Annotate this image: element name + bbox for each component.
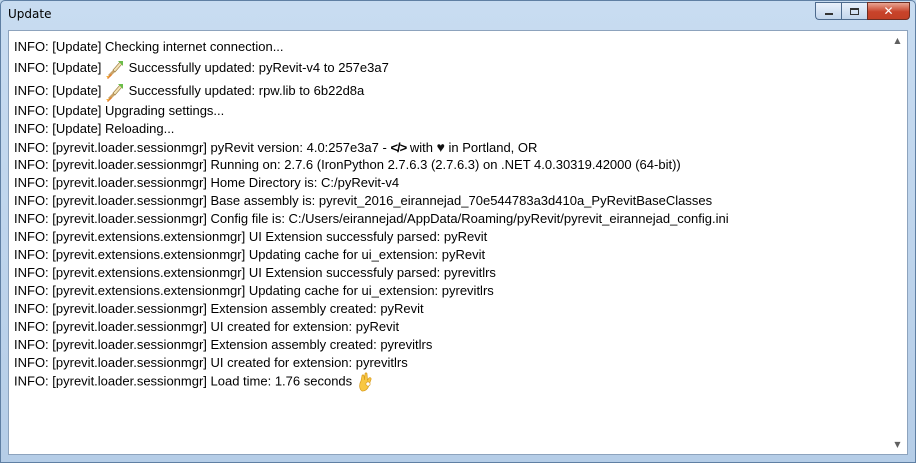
log-line: INFO: [pyrevit.extensions.extensionmgr] …	[14, 246, 895, 264]
log-text: INFO: [pyrevit.loader.sessionmgr] Config…	[14, 211, 729, 226]
log-line: INFO: [Update] Checking internet connect…	[14, 38, 895, 56]
log-text: INFO: [pyrevit.loader.sessionmgr] UI cre…	[14, 355, 408, 370]
window-controls: ✕	[815, 2, 910, 20]
log-text: INFO: [pyrevit.loader.sessionmgr] Extens…	[14, 301, 424, 316]
close-button[interactable]: ✕	[867, 2, 910, 20]
log-line: INFO: [Update] Upgrading settings...	[14, 102, 895, 120]
heart-icon: ♥	[436, 139, 445, 155]
code-icon: </>	[390, 140, 407, 155]
log-line: INFO: [Update] Successfully updated: rpw…	[14, 79, 895, 102]
log-output: INFO: [Update] Checking internet connect…	[14, 38, 895, 390]
log-text: INFO: [Update] Checking internet connect…	[14, 39, 284, 54]
log-text: INFO: [pyrevit.extensions.extensionmgr] …	[14, 265, 496, 280]
title-bar[interactable]: Update ✕	[1, 1, 915, 29]
window-title: Update	[8, 7, 52, 21]
log-line: INFO: [Update] Successfully updated: pyR…	[14, 56, 895, 79]
log-text: Successfully updated: rpw.lib to 6b22d8a	[125, 83, 365, 98]
log-text: INFO: [pyrevit.extensions.extensionmgr] …	[14, 229, 488, 244]
log-text: INFO: [Update] Reloading...	[14, 121, 175, 136]
rocket-icon	[105, 82, 125, 102]
minimize-icon	[824, 13, 833, 15]
log-line: INFO: [pyrevit.loader.sessionmgr] Load t…	[14, 372, 895, 390]
log-line: INFO: [Update] Reloading...	[14, 120, 895, 138]
log-text: INFO: [Update]	[14, 83, 106, 98]
log-line: INFO: [pyrevit.loader.sessionmgr] Base a…	[14, 192, 895, 210]
log-text: INFO: [pyrevit.loader.sessionmgr] Home D…	[14, 175, 400, 190]
log-text: with	[406, 140, 437, 155]
ok-hand-icon	[356, 372, 376, 392]
log-line: INFO: [pyrevit.extensions.extensionmgr] …	[14, 264, 895, 282]
log-text: Successfully updated: pyRevit-v4 to 257e…	[125, 60, 389, 75]
log-text: INFO: [Update] Upgrading settings...	[14, 103, 225, 118]
log-line: INFO: [pyrevit.loader.sessionmgr] Home D…	[14, 174, 895, 192]
minimize-button[interactable]	[815, 2, 841, 20]
log-text: INFO: [pyrevit.extensions.extensionmgr] …	[14, 283, 494, 298]
log-line: INFO: [pyrevit.loader.sessionmgr] Extens…	[14, 336, 895, 354]
log-text: INFO: [Update]	[14, 60, 106, 75]
update-window: Update ✕ ▲ ▼ INFO: [Update] Checking int…	[0, 0, 916, 463]
log-line: INFO: [pyrevit.loader.sessionmgr] Runnin…	[14, 156, 895, 174]
log-line: INFO: [pyrevit.loader.sessionmgr] pyRevi…	[14, 138, 895, 156]
maximize-icon	[850, 7, 859, 15]
log-text: INFO: [pyrevit.loader.sessionmgr] Load t…	[14, 373, 356, 389]
log-text: INFO: [pyrevit.loader.sessionmgr] pyRevi…	[14, 140, 391, 155]
log-line: INFO: [pyrevit.loader.sessionmgr] Extens…	[14, 300, 895, 318]
close-icon: ✕	[883, 4, 894, 18]
log-text: INFO: [pyrevit.loader.sessionmgr] Extens…	[14, 337, 433, 352]
maximize-button[interactable]	[841, 2, 867, 20]
log-text: INFO: [pyrevit.extensions.extensionmgr] …	[14, 247, 486, 262]
log-text: in Portland, OR	[444, 140, 538, 155]
scroll-down-icon[interactable]: ▼	[889, 436, 906, 453]
log-text: INFO: [pyrevit.loader.sessionmgr] Base a…	[14, 193, 713, 208]
log-line: INFO: [pyrevit.loader.sessionmgr] UI cre…	[14, 318, 895, 336]
log-line: INFO: [pyrevit.loader.sessionmgr] UI cre…	[14, 354, 895, 372]
log-text: INFO: [pyrevit.loader.sessionmgr] UI cre…	[14, 319, 400, 334]
log-line: INFO: [pyrevit.extensions.extensionmgr] …	[14, 228, 895, 246]
log-text: INFO: [pyrevit.loader.sessionmgr] Runnin…	[14, 157, 681, 172]
rocket-icon	[105, 59, 125, 79]
log-line: INFO: [pyrevit.loader.sessionmgr] Config…	[14, 210, 895, 228]
log-line: INFO: [pyrevit.extensions.extensionmgr] …	[14, 282, 895, 300]
